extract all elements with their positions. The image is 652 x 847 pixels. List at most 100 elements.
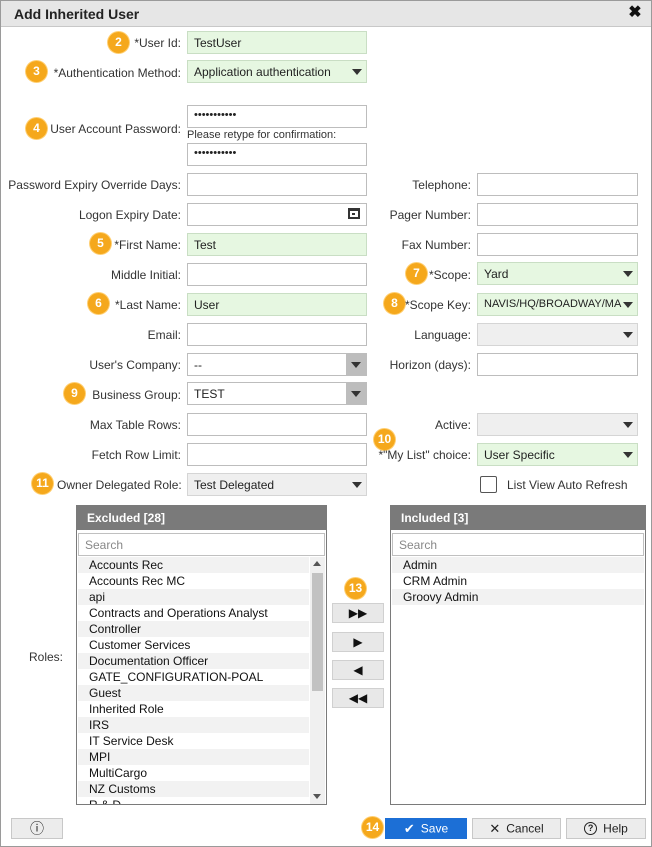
first-name-input[interactable]: Test xyxy=(187,233,367,256)
owner-role-value: Test Delegated xyxy=(194,478,275,492)
add-all-button[interactable]: ▶▶ xyxy=(332,603,384,623)
pager-label: Pager Number: xyxy=(389,208,471,222)
role-list-item[interactable]: MPI xyxy=(78,749,309,765)
scope-select[interactable]: Yard xyxy=(477,262,638,285)
auth-method-label: *Authentication Method: xyxy=(53,66,181,80)
password-expiry-input[interactable] xyxy=(187,173,367,196)
first-name-label: *First Name: xyxy=(114,238,181,252)
auto-refresh-checkbox[interactable] xyxy=(480,476,497,493)
included-roles-panel: Included [3] Search Admin CRM Admin Groovy… xyxy=(390,505,646,805)
step-badge: 6 xyxy=(88,293,109,314)
chevron-down-icon xyxy=(351,362,361,368)
excluded-roles-panel: Excluded [28] Search Accounts Rec Account… xyxy=(76,505,327,805)
logon-expiry-label: Logon Expiry Date: xyxy=(78,208,181,222)
scope-key-select[interactable]: NAVIS/HQ/BROADWAY/MA xyxy=(477,293,638,316)
info-button[interactable]: ⓘ xyxy=(11,818,63,839)
company-dropdown-button[interactable] xyxy=(346,354,366,375)
max-table-rows-input[interactable] xyxy=(187,413,367,436)
role-list-item[interactable]: Documentation Officer xyxy=(78,653,309,669)
horizon-input[interactable] xyxy=(477,353,638,376)
business-group-dropdown-button[interactable] xyxy=(346,383,366,404)
role-list-item[interactable]: api xyxy=(78,589,309,605)
business-group-label: Business Group: xyxy=(92,388,181,402)
business-group-value: TEST xyxy=(194,387,225,401)
owner-role-select[interactable]: Test Delegated xyxy=(187,473,367,496)
chevron-down-icon xyxy=(623,302,633,308)
role-list-item[interactable]: NZ Customs xyxy=(78,781,309,797)
excluded-search-input[interactable]: Search xyxy=(78,533,325,556)
middle-initial-input[interactable] xyxy=(187,263,367,286)
save-button[interactable]: ✔ Save xyxy=(385,818,467,839)
role-list-item[interactable]: IT Service Desk xyxy=(78,733,309,749)
help-label: Help xyxy=(603,821,628,836)
password-input[interactable]: ••••••••••• xyxy=(187,105,367,128)
scrollbar-thumb[interactable] xyxy=(312,573,323,691)
fax-label: Fax Number: xyxy=(401,238,471,252)
max-table-rows-label: Max Table Rows: xyxy=(89,418,181,432)
help-button[interactable]: ? Help xyxy=(566,818,646,839)
role-list-item[interactable]: Inherited Role xyxy=(78,701,309,717)
last-name-input[interactable]: User xyxy=(187,293,367,316)
role-list-item[interactable]: Admin xyxy=(392,557,644,573)
user-id-input[interactable]: TestUser xyxy=(187,31,367,54)
role-list-item[interactable]: Customer Services xyxy=(78,637,309,653)
role-list-item[interactable]: R & D xyxy=(78,797,309,804)
middle-initial-label: Middle Initial: xyxy=(110,268,181,282)
scroll-up-icon[interactable] xyxy=(313,561,321,566)
role-list-item[interactable]: GATE_CONFIGURATION-POAL xyxy=(78,669,309,685)
telephone-input[interactable] xyxy=(477,173,638,196)
cancel-button[interactable]: ✕ Cancel xyxy=(472,818,561,839)
email-input[interactable] xyxy=(187,323,367,346)
language-select[interactable] xyxy=(477,323,638,346)
password-expiry-label: Password Expiry Override Days: xyxy=(8,178,181,192)
business-group-select[interactable]: TEST xyxy=(187,382,367,405)
role-list-item[interactable]: Contracts and Operations Analyst xyxy=(78,605,309,621)
active-select[interactable] xyxy=(477,413,638,436)
role-list-item[interactable]: Controller xyxy=(78,621,309,637)
calendar-icon[interactable] xyxy=(348,208,360,219)
included-search-input[interactable]: Search xyxy=(392,533,644,556)
role-list-item[interactable]: CRM Admin xyxy=(392,573,644,589)
my-list-select[interactable]: User Specific xyxy=(477,443,638,466)
role-list-item[interactable]: IRS xyxy=(78,717,309,733)
fetch-row-limit-input[interactable] xyxy=(187,443,367,466)
email-label: Email: xyxy=(147,328,181,342)
owner-role-label: Owner Delegated Role: xyxy=(57,478,182,492)
role-list-item[interactable]: Accounts Rec xyxy=(78,557,309,573)
role-list-item[interactable]: Accounts Rec MC xyxy=(78,573,309,589)
logon-expiry-input[interactable] xyxy=(187,203,367,226)
remove-button[interactable]: ◀ xyxy=(332,660,384,680)
chevron-down-icon xyxy=(351,391,361,397)
remove-all-button[interactable]: ◀◀ xyxy=(332,688,384,708)
close-icon[interactable]: ✖ xyxy=(627,4,643,22)
scroll-down-icon[interactable] xyxy=(313,794,321,799)
role-list-item[interactable]: MultiCargo xyxy=(78,765,309,781)
chevron-down-icon xyxy=(623,271,633,277)
company-value: -- xyxy=(194,358,202,372)
auth-method-select[interactable]: Application authentication xyxy=(187,60,367,83)
dialog-titlebar: Add Inherited User ✖ xyxy=(1,1,651,27)
fax-input[interactable] xyxy=(477,233,638,256)
excluded-roles-list: Accounts Rec Accounts Rec MC api Contracts … xyxy=(78,557,309,804)
role-list-item[interactable]: Guest xyxy=(78,685,309,701)
step-badge: 11 xyxy=(32,473,53,494)
help-icon: ? xyxy=(584,822,598,836)
excluded-scrollbar[interactable] xyxy=(310,557,325,804)
scope-key-label: *Scope Key: xyxy=(404,298,471,312)
language-label: Language: xyxy=(414,328,471,342)
fetch-row-limit-label: Fetch Row Limit: xyxy=(91,448,181,462)
company-select[interactable]: -- xyxy=(187,353,367,376)
add-inherited-user-dialog: Add Inherited User ✖ 2 *User Id: TestUse… xyxy=(0,0,652,847)
step-badge: 14 xyxy=(362,817,383,838)
cancel-label: Cancel xyxy=(506,821,544,836)
chevron-down-icon xyxy=(623,452,633,458)
role-list-item[interactable]: Groovy Admin xyxy=(392,589,644,605)
add-button[interactable]: ▶ xyxy=(332,632,384,652)
password-label: User Account Password: xyxy=(50,122,181,136)
pager-input[interactable] xyxy=(477,203,638,226)
scope-value: Yard xyxy=(484,267,509,281)
chevron-down-icon xyxy=(352,482,362,488)
scope-key-value: NAVIS/HQ/BROADWAY/MA xyxy=(484,298,622,310)
password-confirm-input[interactable]: ••••••••••• xyxy=(187,143,367,166)
included-roles-header: Included [3] xyxy=(391,506,645,530)
